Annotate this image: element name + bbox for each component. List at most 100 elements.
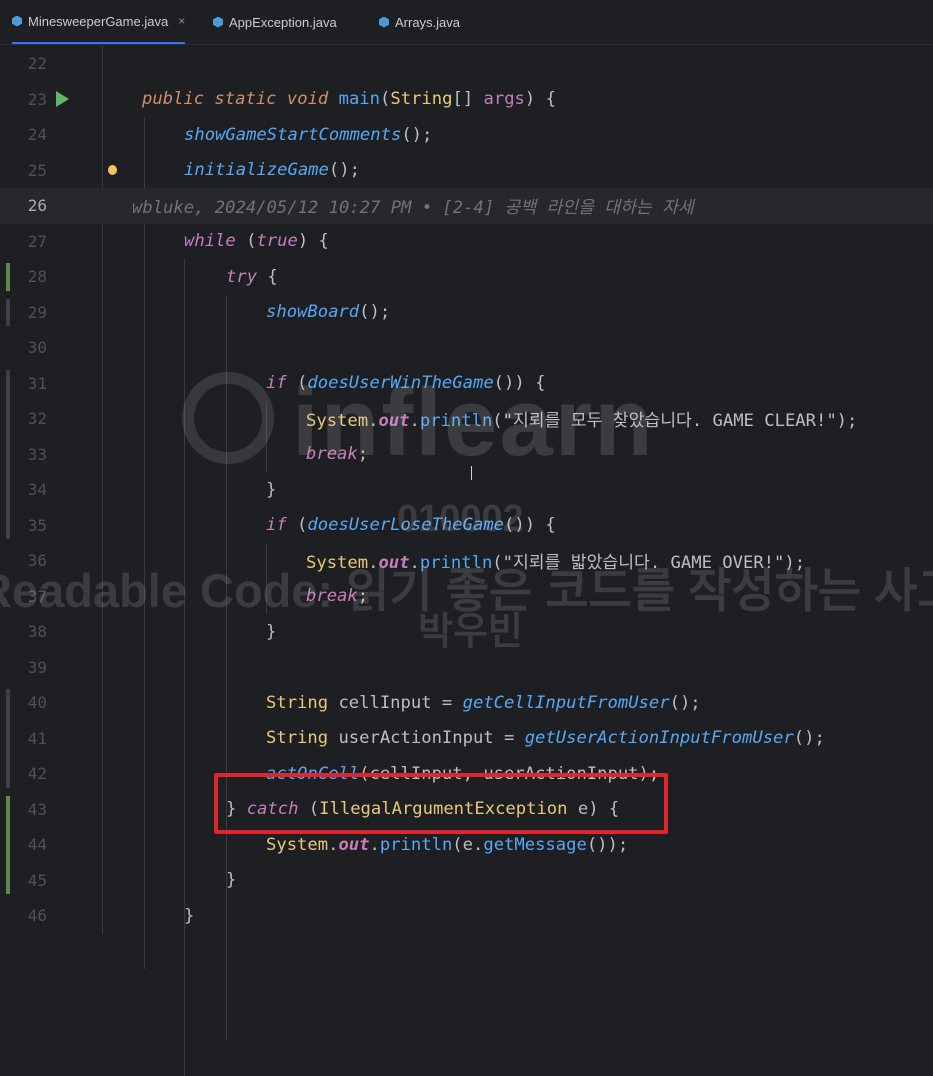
code-token: getCellInputFromUser xyxy=(462,692,670,713)
code-text[interactable]: } xyxy=(226,870,236,890)
code-token: . xyxy=(328,834,339,855)
line-number[interactable]: 46 xyxy=(0,906,47,925)
code-line[interactable]: 38} xyxy=(0,614,933,650)
vcs-change-marker[interactable] xyxy=(6,369,10,539)
code-line[interactable]: 32 System.out.println("지뢰를 모두 찾았습니다. GAME… xyxy=(0,401,933,437)
code-token: args xyxy=(483,89,525,110)
code-token: ( xyxy=(246,231,257,252)
code-token: } xyxy=(184,905,195,926)
code-text[interactable]: break; xyxy=(306,444,368,464)
line-number[interactable]: 26 xyxy=(0,196,47,215)
vcs-change-marker[interactable] xyxy=(6,689,10,788)
vcs-change-marker[interactable] xyxy=(6,263,10,291)
code-text[interactable]: } xyxy=(266,480,276,500)
code-text[interactable]: String cellInput = getCellInputFromUser(… xyxy=(266,693,701,713)
line-number[interactable]: 36 xyxy=(0,551,47,570)
code-token: ("지뢰를 모두 찾았습니다. GAME CLEAR!"); xyxy=(492,411,858,432)
tab-label: AppException.java xyxy=(229,14,337,30)
code-line[interactable]: 33 break; xyxy=(0,437,933,473)
code-text[interactable]: System.out.println(e.getMessage()); xyxy=(266,835,628,855)
code-token: public static void xyxy=(142,89,339,110)
code-text[interactable]: if (doesUserLoseTheGame()) { xyxy=(266,515,556,535)
code-token: ) { xyxy=(524,89,556,110)
code-line[interactable]: 29 showBoard(); xyxy=(0,295,933,331)
code-token: if xyxy=(266,515,298,536)
code-text[interactable]: break; xyxy=(306,586,368,606)
code-token: (); xyxy=(793,728,825,749)
code-token: . xyxy=(409,553,420,574)
code-token: ()) { xyxy=(504,515,556,536)
line-number[interactable]: 38 xyxy=(0,622,47,641)
line-number[interactable]: 30 xyxy=(0,338,47,357)
code-line[interactable]: 26 wbluke, 2024/05/12 10:27 PM • [2-4] 공백… xyxy=(0,188,933,224)
code-line[interactable]: 31 if (doesUserWinTheGame()) { xyxy=(0,366,933,402)
line-number[interactable]: 39 xyxy=(0,658,47,677)
code-token: } xyxy=(266,621,277,642)
tab-arrays[interactable]: Arrays.java xyxy=(379,0,460,44)
line-number[interactable]: 22 xyxy=(0,54,47,73)
code-line[interactable]: 30 xyxy=(0,330,933,366)
mouse-cursor-icon xyxy=(471,466,472,480)
tab-label: Arrays.java xyxy=(395,14,461,30)
code-text[interactable]: try { xyxy=(226,267,278,287)
code-token: cellInput = xyxy=(338,692,463,713)
close-icon[interactable]: × xyxy=(178,14,185,28)
code-line[interactable]: 22 xyxy=(0,46,933,82)
watermark-logo-icon xyxy=(182,372,274,464)
code-text[interactable]: System.out.println("지뢰를 밟았습니다. GAME OVER… xyxy=(306,548,805,573)
line-number[interactable]: 23 xyxy=(0,90,47,109)
code-token: ( xyxy=(380,89,391,110)
tab-appexception[interactable]: AppException.java xyxy=(213,0,337,44)
java-class-icon xyxy=(12,15,22,27)
code-text[interactable]: showBoard(); xyxy=(266,302,390,322)
run-gutter-icon[interactable] xyxy=(56,91,69,108)
code-token: break xyxy=(306,444,358,465)
code-text[interactable]: while (true) { xyxy=(184,231,329,251)
code-text[interactable]: String userActionInput = getUserActionIn… xyxy=(266,728,825,748)
code-token: { xyxy=(267,266,278,287)
code-text[interactable]: showGameStartComments(); xyxy=(184,125,432,145)
code-text[interactable]: initializeGame(); xyxy=(184,160,360,180)
code-token: . xyxy=(368,553,379,574)
code-token: out xyxy=(338,834,370,855)
intention-bulb-icon[interactable] xyxy=(108,165,117,176)
code-line[interactable]: 34} xyxy=(0,472,933,508)
vcs-change-marker[interactable] xyxy=(6,298,10,326)
code-line[interactable]: 35 if (doesUserLoseTheGame()) { xyxy=(0,508,933,544)
code-line[interactable]: 41 String userActionInput = getUserAction… xyxy=(0,721,933,757)
code-token: getMessage xyxy=(483,834,587,855)
line-number[interactable]: 37 xyxy=(0,587,47,606)
code-token: ()) { xyxy=(493,373,546,394)
code-text[interactable]: System.out.println("지뢰를 모두 찾았습니다. GAME C… xyxy=(306,406,857,431)
tab-minesweepergame[interactable]: MinesweeperGame.java × xyxy=(12,0,186,44)
code-token: ; xyxy=(357,586,369,607)
code-token: doesUserLoseTheGame xyxy=(307,515,505,536)
code-line[interactable]: 45} xyxy=(0,863,933,899)
code-token: userActionInput = xyxy=(338,728,525,749)
code-line[interactable]: 39 xyxy=(0,650,933,686)
java-class-icon xyxy=(379,16,389,28)
line-number[interactable]: 24 xyxy=(0,125,47,144)
code-line[interactable]: 46} xyxy=(0,898,933,934)
code-text[interactable]: public static void main(String[] args) { xyxy=(142,89,556,109)
line-number[interactable]: 25 xyxy=(0,161,47,180)
code-token: (); xyxy=(669,692,701,713)
code-text[interactable]: if (doesUserWinTheGame()) { xyxy=(266,373,545,393)
vcs-change-marker[interactable] xyxy=(6,795,10,894)
code-line[interactable]: 27 while (true) { xyxy=(0,224,933,260)
code-line[interactable]: 23 public static void main(String[] args)… xyxy=(0,82,933,118)
code-line[interactable]: 24 showGameStartComments(); xyxy=(0,117,933,153)
code-token: ()); xyxy=(586,834,629,855)
code-line[interactable]: 36 System.out.println("지뢰를 밟았습니다. GAME OV… xyxy=(0,543,933,579)
code-line[interactable]: 25 initializeGame(); xyxy=(0,153,933,189)
code-text[interactable]: } xyxy=(266,622,276,642)
code-line[interactable]: 28 try { xyxy=(0,259,933,295)
code-token: System xyxy=(306,411,369,432)
code-token: println xyxy=(419,411,493,432)
code-line[interactable]: 40 String cellInput = getCellInputFromUse… xyxy=(0,685,933,721)
code-line[interactable]: 37 break; xyxy=(0,579,933,615)
code-text[interactable]: } xyxy=(184,906,194,926)
code-token: . xyxy=(409,411,420,432)
code-text[interactable]: wbluke, 2024/05/12 10:27 PM • [2-4] 공백 라… xyxy=(132,193,694,218)
line-number[interactable]: 27 xyxy=(0,232,47,251)
